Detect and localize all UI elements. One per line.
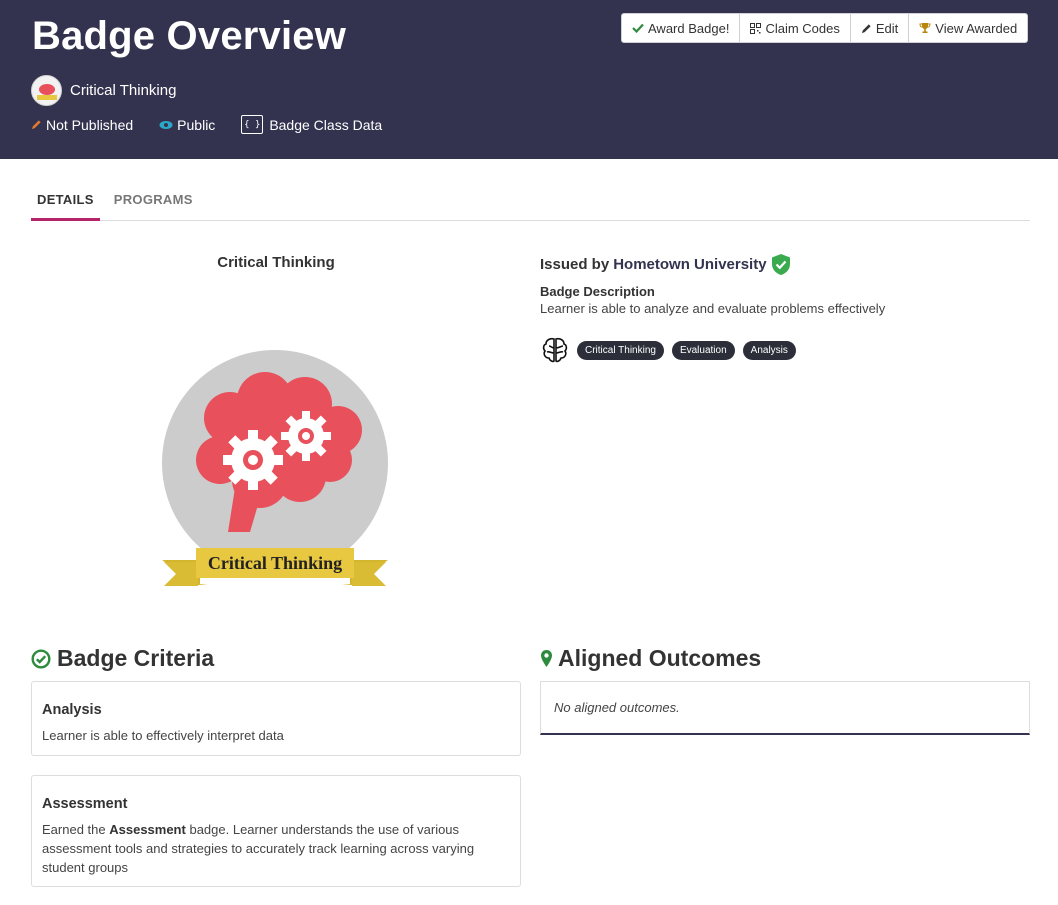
outcomes-empty: No aligned outcomes. [540,681,1030,735]
tab-details[interactable]: DETAILS [31,183,100,221]
verified-shield-icon [771,253,791,276]
badge-ribbon-text: Critical Thinking [207,553,343,573]
pencil-icon [861,23,872,34]
page-title: Badge Overview [32,14,347,58]
badge-avatar [31,75,62,106]
edit-button[interactable]: Edit [849,13,910,43]
issuer-line: Issued by Hometown University [540,253,791,276]
badge-meta: Not Published Public { } Badge Class Dat… [31,115,408,134]
badge-name: Critical Thinking [70,82,177,99]
claim-codes-button[interactable]: Claim Codes [739,13,851,43]
outcomes-heading: Aligned Outcomes [540,645,761,672]
tab-bar: DETAILS PROGRAMS [31,183,1030,221]
award-badge-button[interactable]: Award Badge! [621,13,741,43]
visibility-status: Public [159,117,215,133]
issuer-name[interactable]: Hometown University [613,256,766,273]
pencil-icon [31,119,42,130]
tag-analysis[interactable]: Analysis [742,340,796,360]
qr-code-icon [750,22,762,34]
check-circle-icon [31,648,51,669]
tags-row: Critical Thinking Evaluation Analysis [541,336,796,364]
badge-class-data-link[interactable]: { } Badge Class Data [241,115,382,134]
description-text: Learner is able to analyze and evaluate … [540,301,886,316]
view-awarded-button[interactable]: View Awarded [908,13,1029,43]
json-braces-icon: { } [241,115,264,134]
criteria-title: Assessment [42,796,128,812]
tag-critical-thinking[interactable]: Critical Thinking [577,340,664,360]
criteria-text: Learner is able to effectively interpret… [42,728,284,743]
criteria-card: Analysis Learner is able to effectively … [31,681,521,756]
brain-icon [541,336,569,364]
badge-image: Critical Thinking [160,348,392,590]
description-label: Badge Description [540,284,655,299]
criteria-badge-link: Assessment [109,822,186,837]
map-marker-icon [540,649,553,668]
criteria-text: Earned the Assessment badge. Learner und… [42,822,475,875]
page-header: Badge Overview Critical Thinking Not Pub… [0,0,1058,159]
eye-icon [159,120,173,130]
badge-title: Critical Thinking [217,254,335,271]
badge-summary: Critical Thinking [31,75,176,106]
tag-evaluation[interactable]: Evaluation [671,340,735,360]
criteria-title: Analysis [42,702,102,718]
tab-programs[interactable]: PROGRAMS [108,183,199,221]
trophy-icon [919,22,931,34]
published-status: Not Published [31,117,133,133]
criteria-card: Assessment Earned the Assessment badge. … [31,775,521,887]
header-actions: Award Badge! Claim Codes Edit View Award… [621,13,1029,43]
criteria-heading: Badge Criteria [31,645,214,672]
check-icon [632,23,644,33]
